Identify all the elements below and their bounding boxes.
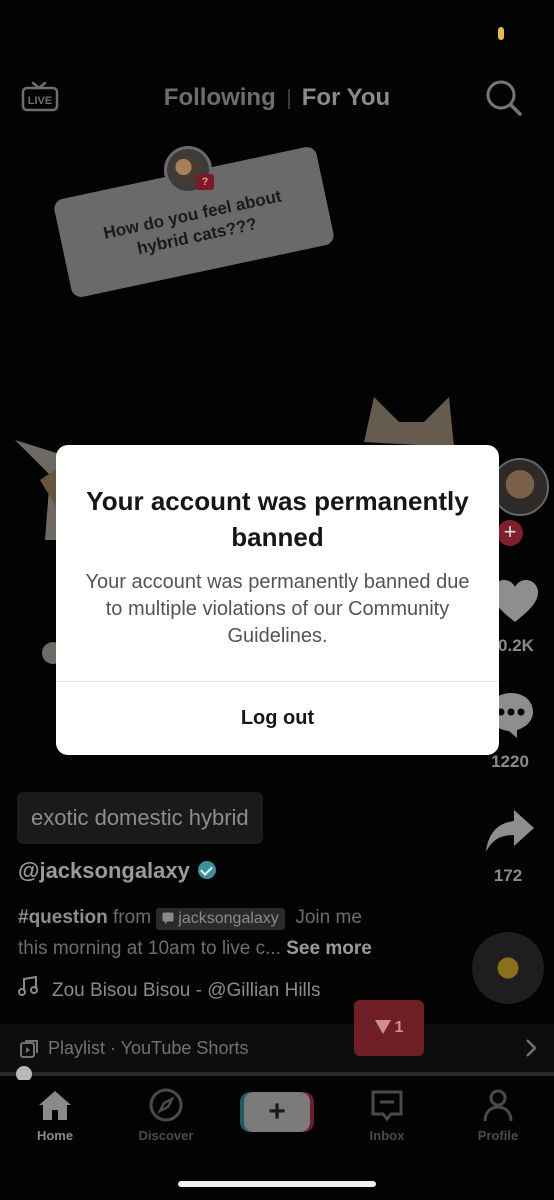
app-screen: LIVE Following For You How do you feel ab… [0, 0, 554, 1200]
dialog-title: Your account was permanently banned [86, 486, 469, 552]
log-out-button[interactable]: Log out [56, 682, 499, 755]
dialog-message: Your account was permanently banned due … [85, 571, 470, 647]
ban-dialog: Your account was permanently banned Your… [56, 445, 499, 755]
